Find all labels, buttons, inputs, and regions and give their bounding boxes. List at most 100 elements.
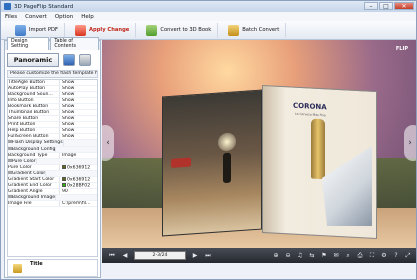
property-row[interactable]: Image File C:\prem\fil... [8,200,97,207]
help-icon[interactable]: ? [392,252,400,260]
property-grid[interactable]: TitleAgle Button Show AutoPlay Button Show B… [7,79,98,257]
property-value[interactable]: Show [60,134,97,139]
sunlight [218,132,236,152]
template-select-button[interactable]: Panoramic [7,53,59,67]
property-value[interactable]: 90 [60,189,97,194]
search-icon[interactable]: ⌕ [344,252,352,260]
left-page[interactable] [162,89,262,237]
menu-convert[interactable]: Convert [25,14,47,20]
prev-page-button[interactable]: ‹ [102,125,114,161]
property-value[interactable]: Show [60,98,97,103]
property-key: Print Button [8,122,60,128]
settings-icon[interactable]: ⚙ [380,252,388,260]
expand-icon[interactable]: ⤢ [404,252,412,260]
flipbook[interactable]: CORONA La Cerveza Mas Fina [162,84,382,240]
sound-icon[interactable]: ♫ [296,252,304,260]
property-value[interactable]: 0x636912 [60,176,97,182]
property-value-text: Show [62,110,75,116]
next-icon[interactable]: ▶ [191,252,199,259]
save-template-icon[interactable] [63,54,75,66]
property-value[interactable]: Show [60,116,97,121]
property-key: ⊟Flash Display Settings [8,140,64,146]
property-value-text: Show [62,104,75,110]
red-car [171,157,191,168]
person-silhouette [223,152,231,184]
app-window: 3D PageFlip Standard – □ ✕ Files Convert… [0,0,417,280]
bookmark-icon[interactable]: ⚑ [320,252,328,260]
window-title: 3D PageFlip Standard [14,3,74,10]
import-pdf-label: Import PDF [29,27,58,33]
minimize-button[interactable]: – [364,2,378,10]
property-value[interactable]: C:\prem\fil... [60,201,97,206]
app-icon [4,3,11,10]
batch-convert-icon [228,24,240,36]
batch-convert-label: Batch Convert [242,27,280,33]
property-key: Help Button [8,128,60,134]
batch-convert-button[interactable]: Batch Convert [222,22,287,38]
property-key: Background Type [8,152,60,158]
property-value[interactable]: Show [60,80,97,85]
window-controls: – □ ✕ [364,2,414,10]
status-bar [102,263,416,278]
property-value[interactable]: Show [60,110,97,115]
description-icon [13,264,22,273]
email-icon[interactable]: ✉ [332,252,340,260]
property-value[interactable]: Show [60,86,97,91]
property-key: Share Button [8,116,60,122]
prev-icon[interactable]: ◀ [121,252,129,259]
property-value[interactable]: 0x28BF02 [60,182,97,188]
print-icon[interactable]: ⎙ [356,252,364,260]
property-key: ⊟Background Config [8,146,57,152]
property-value-text: 0x636912 [67,165,91,170]
apply-change-label: Apply Change [88,27,130,33]
apply-change-button[interactable]: Apply Change [69,22,137,38]
property-key: Bookmark Button [8,104,60,110]
color-swatch[interactable] [62,176,66,181]
property-value[interactable]: Show [60,122,97,127]
color-swatch[interactable] [62,164,66,169]
flipbook-preview[interactable]: FLIP CORONA La Cerveza Mas Fina ‹ › [102,40,416,248]
color-swatch[interactable] [62,182,66,187]
property-value[interactable]: Show [60,92,97,97]
property-key: ⊟Gradient Color [8,170,47,176]
property-value-text: Show [62,92,75,98]
convert-button[interactable]: Convert to 3D Book [140,22,219,38]
import-pdf-button[interactable]: Import PDF [9,22,65,38]
tab-table-of-contents[interactable]: Table of Contents [50,37,99,50]
menu-help[interactable]: Help [81,14,94,20]
preview-logo: FLIP [395,46,408,52]
property-value[interactable]: Image [60,153,97,158]
chevron-left-icon: ‹ [106,138,110,148]
property-value-text: Show [62,80,75,85]
next-page-button[interactable]: › [404,125,416,161]
property-value[interactable]: Show [60,104,97,109]
close-button[interactable]: ✕ [394,2,414,10]
tab-design-setting[interactable]: Design Setting [7,37,50,50]
first-page-icon[interactable]: ⏮ [108,252,116,260]
property-key: TitleAgle Button [8,80,60,86]
property-key: Background Soun... [8,92,60,98]
menu-files[interactable]: Files [5,14,17,20]
property-key: Gradient Angle [8,188,60,194]
property-value-text: 0x28BF02 [67,183,91,188]
property-value-text: Show [62,116,75,122]
property-value[interactable]: 0x636912 [60,164,97,170]
property-key: Pure Color [8,164,60,170]
maximize-button[interactable]: □ [379,2,393,10]
last-page-icon[interactable]: ⏭ [204,252,212,260]
fullscreen-icon[interactable]: ⛶ [368,252,376,260]
settings-tabs: Design Setting Table of Contents [5,37,100,50]
autoflip-icon[interactable]: ⇆ [308,252,316,260]
menu-option[interactable]: Option [55,14,73,20]
property-value[interactable]: Show [60,128,97,133]
settings-panel: Design Setting Table of Contents Panoram… [4,37,101,278]
player-tools: ⊕ ⊖ ♫ ⇆ ⚑ ✉ ⌕ ⎙ ⛶ ⚙? ⤢ [272,252,416,260]
zoom-out-icon[interactable]: ⊖ [284,252,292,260]
property-value-text: Show [62,122,75,128]
edit-template-icon[interactable] [79,54,91,66]
template-bar: Panoramic [7,52,98,68]
property-key: Gradient End Color [8,182,60,188]
page-number-field[interactable]: 2-3/24 [134,251,186,260]
bottle-image [311,118,325,180]
zoom-in-icon[interactable]: ⊕ [272,252,280,260]
